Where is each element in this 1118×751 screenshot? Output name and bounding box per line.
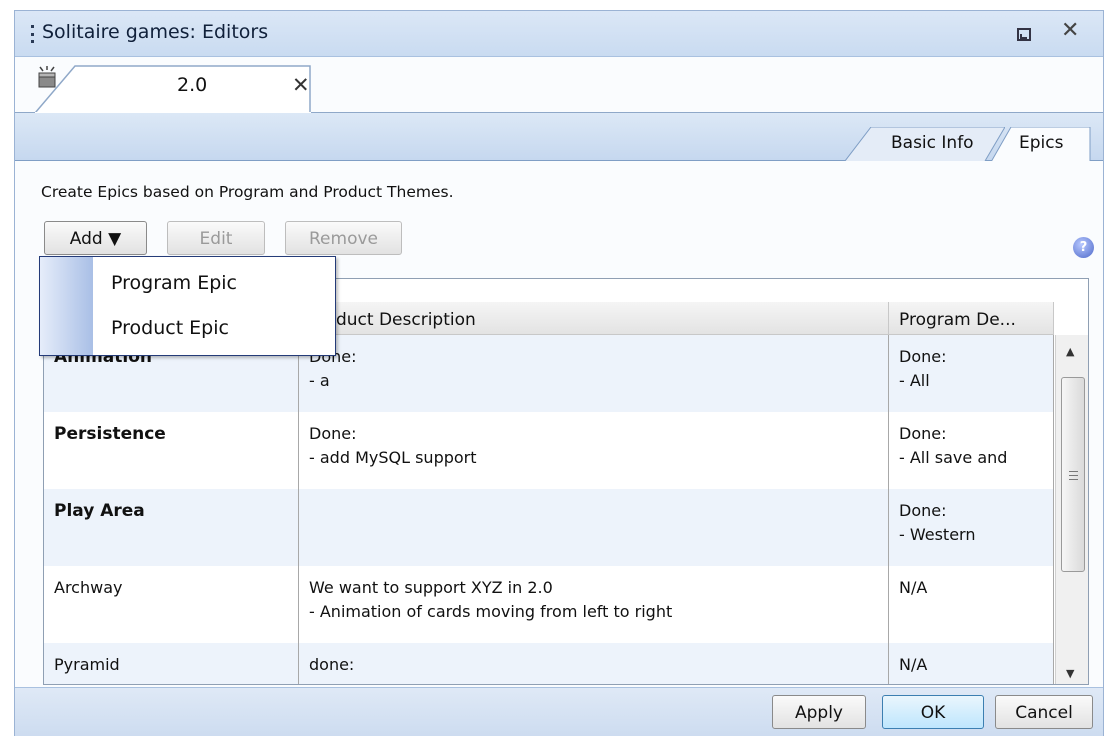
program-description: Done: - Western — [889, 489, 1054, 566]
help-icon[interactable]: ? — [1073, 237, 1094, 258]
scroll-up-icon[interactable]: ▲ — [1066, 345, 1074, 358]
restore-icon[interactable] — [1017, 28, 1031, 41]
editor-window: Solitaire games: Editors ✕ 2.0 ✕ Basic I… — [14, 10, 1104, 736]
scroll-down-icon[interactable]: ▼ — [1066, 667, 1074, 680]
cancel-button[interactable]: Cancel — [995, 695, 1093, 729]
window-title: Solitaire games: Editors — [42, 21, 269, 43]
table-row[interactable]: Persistence Done: - add MySQL support Do… — [44, 412, 1054, 489]
tab-epics-label: Epics — [1019, 133, 1064, 153]
title-bar[interactable]: Solitaire games: Editors ✕ — [15, 11, 1103, 57]
close-window-icon[interactable]: ✕ — [1061, 18, 1079, 43]
table-row[interactable]: Play Area Done: - Western — [44, 489, 1054, 566]
vertical-scrollbar[interactable]: ▲ ▼ — [1055, 335, 1088, 684]
release-box-icon — [38, 66, 56, 88]
subtab-bar: Basic Info Epics — [15, 113, 1103, 162]
table-row[interactable]: Archway We want to support XYZ in 2.0 - … — [44, 566, 1054, 643]
epic-name: Persistence — [44, 412, 299, 489]
program-description: N/A — [889, 643, 1054, 684]
tab-basic-info[interactable]: Basic Info — [845, 127, 1005, 161]
apply-button[interactable]: Apply — [772, 695, 866, 729]
program-description: Done: - All — [889, 335, 1054, 412]
editor-tab-strip: 2.0 ✕ — [15, 57, 1103, 114]
menu-item-program-epic[interactable]: Program Epic — [111, 272, 237, 294]
ok-button[interactable]: OK — [882, 695, 984, 729]
product-description: Done: - add MySQL support — [299, 412, 889, 489]
epic-name: Pyramid — [44, 643, 299, 684]
program-description: N/A — [889, 566, 1054, 643]
product-description: Done: - a — [299, 335, 889, 412]
product-description — [299, 489, 889, 566]
add-button[interactable]: Add ▼ — [44, 221, 147, 255]
dialog-footer: Apply OK Cancel — [15, 687, 1103, 736]
scroll-thumb[interactable] — [1061, 377, 1085, 572]
product-description: We want to support XYZ in 2.0 - Animatio… — [299, 566, 889, 643]
column-header-program-description[interactable]: Program De... — [889, 302, 1054, 335]
table-row[interactable]: Pyramid done: N/A — [44, 643, 1054, 684]
edit-button[interactable]: Edit — [167, 221, 265, 255]
epic-name: Archway — [44, 566, 299, 643]
epics-panel: Create Epics based on Program and Produc… — [15, 161, 1103, 687]
menu-item-product-epic[interactable]: Product Epic — [111, 317, 229, 339]
drag-grip-icon[interactable] — [31, 25, 34, 43]
column-header-product-description[interactable]: Product Description — [299, 302, 889, 335]
tab-basic-info-label: Basic Info — [891, 133, 974, 153]
remove-button[interactable]: Remove — [285, 221, 402, 255]
tab-epics[interactable]: Epics — [991, 127, 1091, 162]
epic-name: Play Area — [44, 489, 299, 566]
close-tab-icon[interactable]: ✕ — [292, 73, 310, 97]
panel-description: Create Epics based on Program and Produc… — [41, 183, 454, 201]
editor-tab-label: 2.0 — [177, 74, 208, 96]
menu-icon-gutter — [40, 257, 93, 355]
product-description: done: — [299, 643, 889, 684]
editor-tab-2-0[interactable]: 2.0 ✕ — [35, 65, 311, 114]
program-description: Done: - All save and — [889, 412, 1054, 489]
add-dropdown-menu: Program Epic Product Epic — [39, 256, 336, 356]
